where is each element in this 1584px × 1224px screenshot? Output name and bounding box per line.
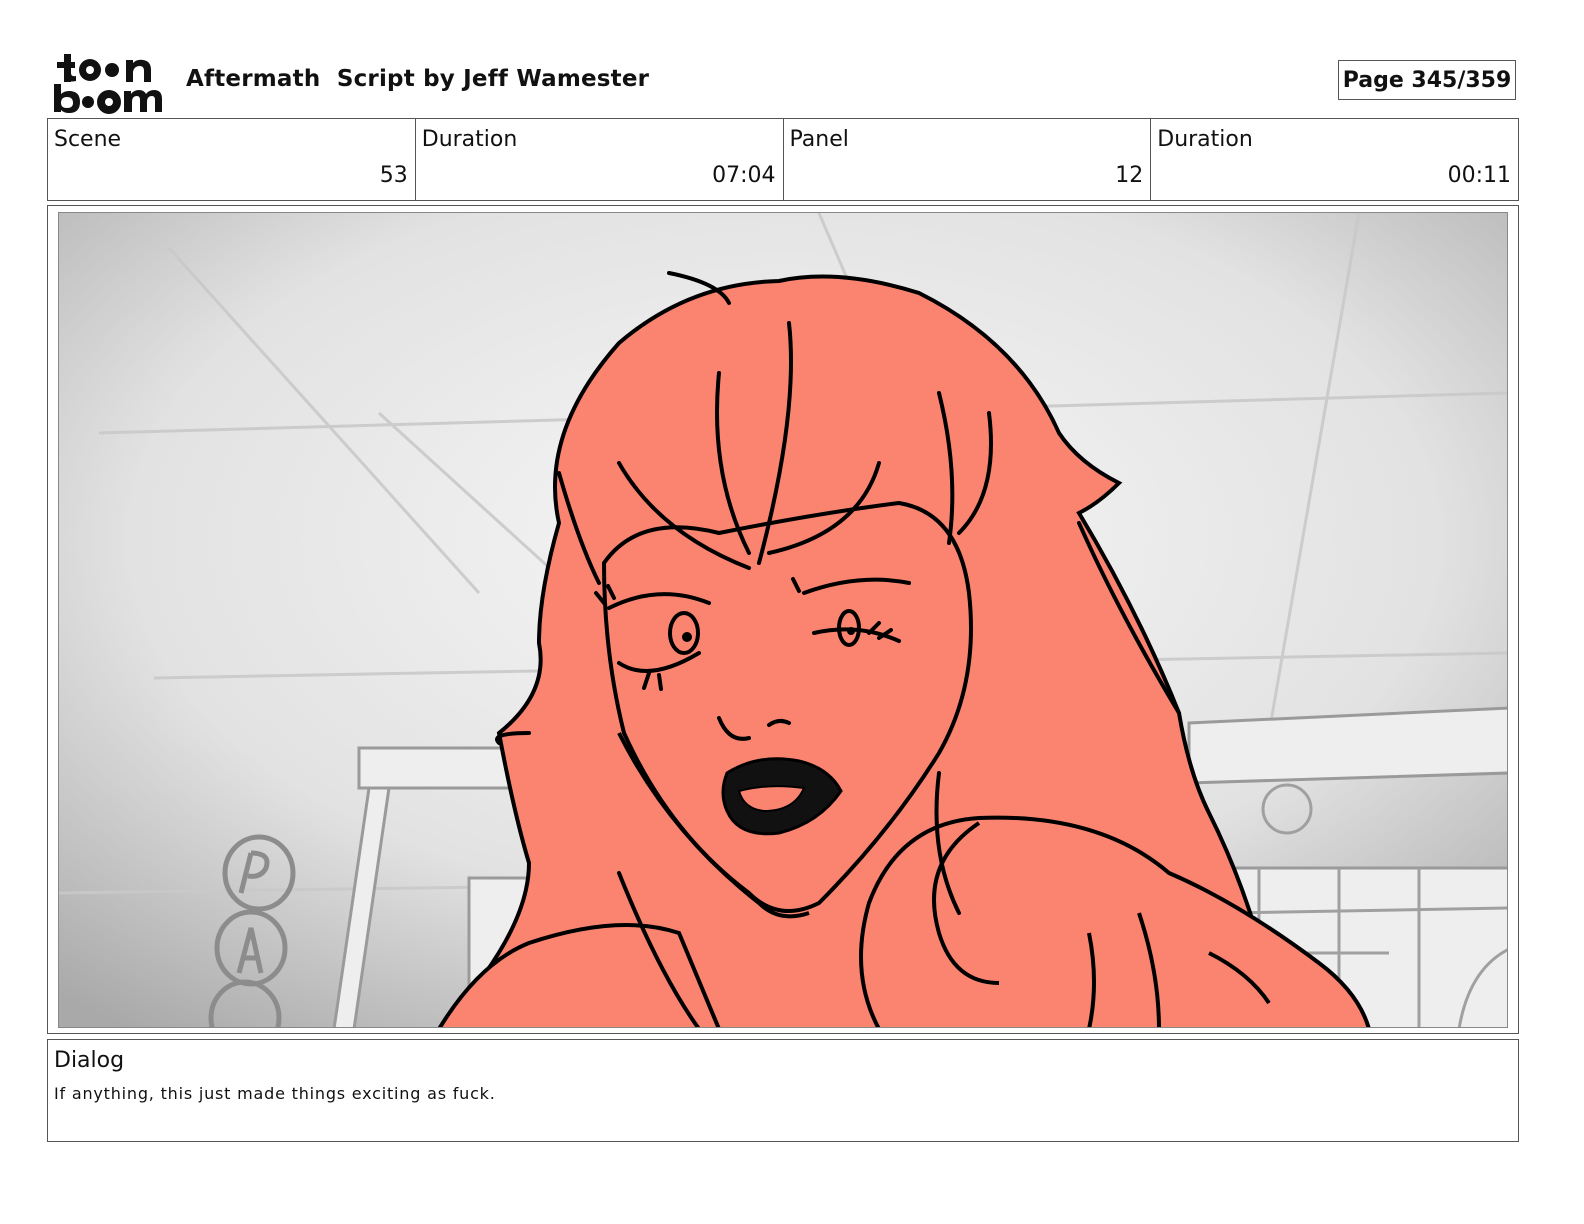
panel-value: 12: [1115, 163, 1144, 188]
scene-info-table: Scene 53 Duration 07:04 Panel 12 Duratio…: [47, 118, 1519, 201]
panel-duration-cell: Duration 00:11: [1151, 119, 1518, 200]
storyboard-drawing: [59, 213, 1507, 1027]
scene-value: 53: [379, 163, 408, 188]
panel-duration-label: Duration: [1157, 127, 1253, 152]
panel-duration-value: 00:11: [1447, 163, 1511, 188]
scene-duration-cell: Duration 07:04: [416, 119, 784, 200]
document-title: Aftermath Script by Jeff Wamester: [186, 66, 650, 92]
dialog-box: Dialog If anything, this just made thing…: [47, 1039, 1519, 1142]
dialog-label: Dialog: [54, 1048, 125, 1073]
scene-duration-value: 07:04: [712, 163, 776, 188]
scene-duration-label: Duration: [421, 127, 518, 152]
toon-boom-logo: [52, 52, 164, 114]
dialog-text: If anything, this just made things excit…: [54, 1084, 496, 1103]
scene-label: Scene: [54, 127, 122, 152]
panel-label: Panel: [789, 127, 849, 152]
page-number: Page 345/359: [1338, 60, 1516, 100]
panel-image: [58, 212, 1508, 1028]
panel-cell: Panel 12: [784, 119, 1152, 200]
scene-cell: Scene 53: [48, 119, 416, 200]
